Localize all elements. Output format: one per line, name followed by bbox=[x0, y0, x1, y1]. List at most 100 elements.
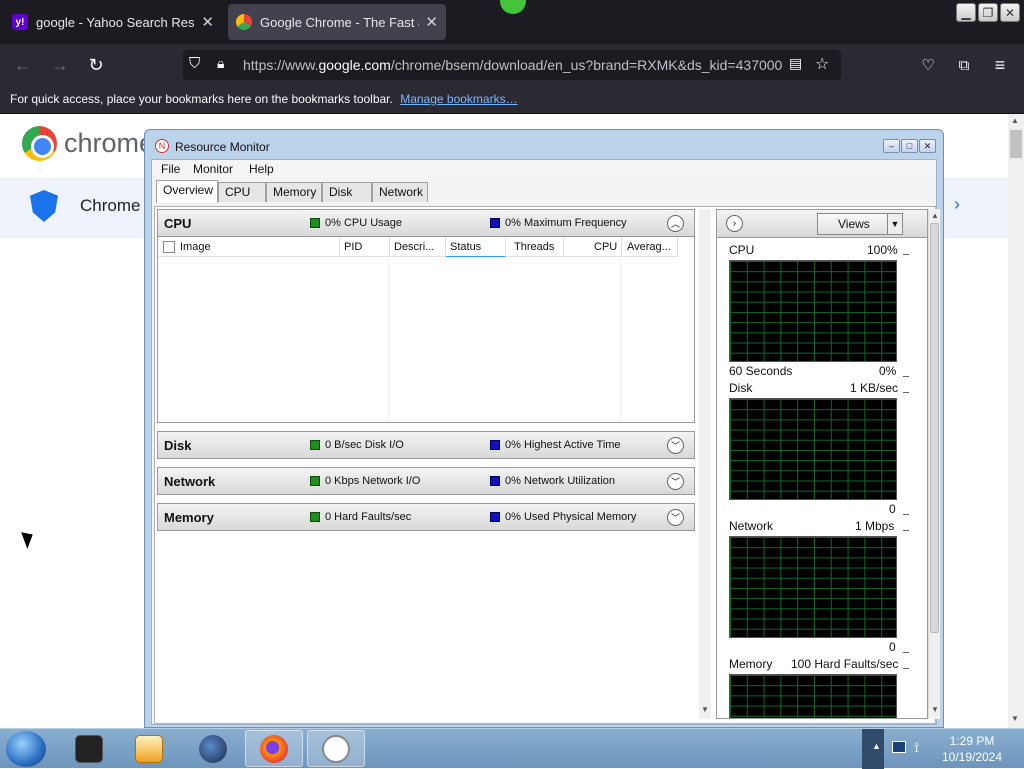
disk-graph bbox=[729, 398, 897, 500]
manage-bookmarks-link[interactable]: Manage bookmarks… bbox=[400, 92, 517, 106]
cpu-frequency-text: 0% Maximum Frequency bbox=[505, 217, 627, 229]
network-section-header[interactable]: Network 0 Kbps Network I/O 0% Network Ut… bbox=[157, 467, 695, 495]
chrome-logo-icon[interactable] bbox=[22, 126, 57, 161]
start-button[interactable] bbox=[6, 731, 46, 767]
left-pane-scrollbar[interactable]: ▼ bbox=[699, 209, 711, 719]
blue-square-icon bbox=[490, 440, 500, 450]
views-dropdown-arrow-icon[interactable]: ▼ bbox=[887, 213, 903, 235]
restore-button[interactable]: ❐ bbox=[978, 3, 998, 22]
chrome-wordmark[interactable]: chrome bbox=[64, 128, 154, 159]
bookmark-star-icon[interactable]: ☆ bbox=[815, 54, 837, 76]
cpu-section-header[interactable]: CPU 0% CPU Usage 0% Maximum Frequency ︿ bbox=[157, 209, 695, 237]
select-all-checkbox[interactable] bbox=[163, 241, 175, 253]
col-cpu[interactable]: CPU bbox=[564, 237, 622, 257]
close-tab-icon[interactable]: ✕ bbox=[201, 13, 214, 31]
yahoo-icon: y! bbox=[12, 14, 28, 30]
network-util-stat: 0% Network Utilization bbox=[490, 475, 615, 487]
col-average[interactable]: Averag... bbox=[622, 237, 678, 257]
taskbar: ▲ ⟟ 1:29 PM 10/19/2024 bbox=[0, 728, 1024, 769]
chrome-icon bbox=[236, 14, 252, 30]
graph-min-cpu: 0% bbox=[879, 364, 897, 378]
taskbar-app-terminal[interactable] bbox=[60, 730, 118, 767]
menu-monitor[interactable]: Monitor bbox=[193, 162, 233, 176]
url-bar[interactable]: ⛉ 🔒︎ https://www. google.com/chrome/bsem/… bbox=[183, 50, 841, 80]
taskbar-app-media-player[interactable] bbox=[120, 730, 178, 767]
close-tab-icon[interactable]: ✕ bbox=[425, 13, 438, 31]
graph-timespan: 60 Seconds bbox=[729, 364, 793, 378]
scroll-down-icon[interactable]: ▼ bbox=[701, 705, 709, 714]
graph-tick bbox=[903, 392, 909, 393]
col-label: Image bbox=[180, 241, 211, 253]
browser-tab-chrome[interactable]: Google Chrome - The Fast & Se ✕ bbox=[228, 4, 446, 40]
collapse-chevron-icon[interactable]: ︿ bbox=[667, 215, 684, 232]
forward-arrow-icon[interactable]: → bbox=[47, 52, 73, 78]
col-pid[interactable]: PID bbox=[340, 237, 390, 257]
graph-pane-header: › Views ▼ bbox=[717, 210, 927, 238]
pocket-icon[interactable]: ♡ bbox=[915, 52, 941, 78]
column-divider bbox=[620, 257, 621, 421]
graph-tick bbox=[903, 376, 909, 377]
scroll-thumb[interactable] bbox=[930, 223, 939, 633]
scroll-thumb[interactable] bbox=[1010, 130, 1022, 158]
show-hidden-icons-icon[interactable]: ▲ bbox=[872, 741, 881, 751]
section-title: Network bbox=[164, 474, 216, 489]
memory-faults-text: 0 Hard Faults/sec bbox=[325, 511, 412, 523]
graph-pane-scrollbar[interactable]: ▲ ▼ bbox=[928, 209, 940, 719]
expand-chevron-icon[interactable]: ﹀ bbox=[667, 473, 684, 490]
disk-io-text: 0 B/sec Disk I/O bbox=[325, 439, 404, 451]
tab-overview[interactable]: Overview bbox=[156, 180, 218, 203]
extensions-icon[interactable]: ⧉ bbox=[951, 52, 977, 78]
graph-pane: › Views ▼ CPU 100% 60 Seconds 0% Disk 1 … bbox=[716, 209, 928, 719]
scroll-down-icon[interactable]: ▼ bbox=[1011, 714, 1019, 723]
column-divider bbox=[388, 257, 389, 421]
reload-icon[interactable]: ↻ bbox=[83, 52, 109, 78]
col-description[interactable]: Descri... bbox=[390, 237, 446, 257]
rm-menubar: File Monitor Help bbox=[152, 160, 936, 178]
tab-cpu[interactable]: CPU bbox=[218, 182, 266, 202]
section-title: CPU bbox=[164, 216, 192, 231]
memory-section-header[interactable]: Memory 0 Hard Faults/sec 0% Used Physica… bbox=[157, 503, 695, 531]
expand-chevron-icon[interactable]: ﹀ bbox=[667, 437, 684, 454]
tab-disk[interactable]: Disk bbox=[322, 182, 372, 202]
tab-memory[interactable]: Memory bbox=[266, 182, 322, 202]
col-threads[interactable]: Threads bbox=[506, 237, 564, 257]
expand-chevron-icon[interactable]: ﹀ bbox=[667, 509, 684, 526]
chevron-right-icon[interactable]: › bbox=[954, 194, 960, 215]
page-scrollbar[interactable]: ▲ ▼ bbox=[1008, 114, 1024, 728]
clock[interactable]: 1:29 PM 10/19/2024 bbox=[930, 733, 1014, 765]
collapse-pane-chevron-icon[interactable]: › bbox=[726, 215, 743, 232]
back-arrow-icon[interactable]: ← bbox=[10, 52, 36, 78]
close-window-button[interactable]: ✕ bbox=[1000, 3, 1020, 22]
menu-file[interactable]: File bbox=[161, 162, 180, 176]
terminal-icon bbox=[75, 734, 103, 763]
memory-graph bbox=[729, 674, 897, 718]
col-status[interactable]: Status bbox=[446, 237, 506, 257]
menu-icon[interactable]: ≡ bbox=[987, 52, 1013, 78]
rm-minimize-button[interactable]: – bbox=[883, 139, 900, 153]
lock-icon[interactable]: 🔒︎ bbox=[217, 55, 224, 72]
menu-help[interactable]: Help bbox=[249, 162, 274, 176]
rm-maximize-button[interactable]: □ bbox=[901, 139, 918, 153]
action-center-icon[interactable] bbox=[892, 741, 906, 753]
tracking-shield-icon[interactable]: ⛉ bbox=[189, 55, 200, 72]
tab-label: google - Yahoo Search Results bbox=[36, 14, 195, 30]
taskbar-app-firefox[interactable] bbox=[245, 730, 303, 767]
graph-tick bbox=[903, 514, 909, 515]
scroll-up-icon[interactable]: ▲ bbox=[931, 211, 939, 220]
scroll-down-icon[interactable]: ▼ bbox=[931, 705, 939, 714]
taskbar-app-resource-monitor[interactable] bbox=[307, 730, 365, 767]
taskbar-app-globe[interactable] bbox=[184, 730, 242, 767]
graph-label-disk: Disk bbox=[729, 381, 753, 395]
tab-network[interactable]: Network bbox=[372, 182, 428, 202]
overview-content: CPU 0% CPU Usage 0% Maximum Frequency ︿ … bbox=[154, 206, 940, 724]
network-tray-icon[interactable]: ⟟ bbox=[914, 739, 919, 756]
graph-tick bbox=[903, 254, 909, 255]
reader-view-icon[interactable]: ▤ bbox=[789, 55, 809, 75]
graph-max-network: 1 Mbps bbox=[855, 519, 895, 533]
col-image[interactable]: Image bbox=[158, 237, 340, 257]
rm-close-button[interactable]: ✕ bbox=[919, 139, 936, 153]
browser-tab-yahoo[interactable]: y! google - Yahoo Search Results ✕ bbox=[4, 4, 222, 40]
minimize-button[interactable]: ▁ bbox=[956, 3, 976, 22]
scroll-up-icon[interactable]: ▲ bbox=[1011, 116, 1019, 125]
disk-section-header[interactable]: Disk 0 B/sec Disk I/O 0% Highest Active … bbox=[157, 431, 695, 459]
